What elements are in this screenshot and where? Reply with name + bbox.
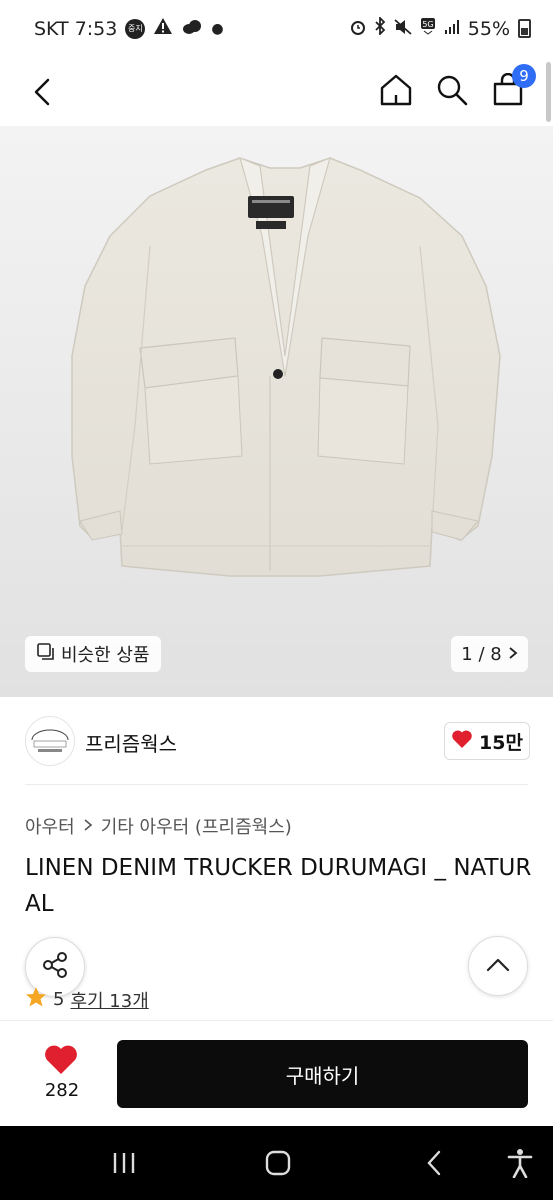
rating-value: 5	[53, 989, 65, 1010]
bluetooth-icon	[374, 15, 386, 40]
paused-badge: 중지됨	[125, 18, 146, 53]
seller-like-button[interactable]: 15만	[444, 722, 530, 760]
mute-icon	[394, 18, 412, 40]
breadcrumb-subcategory[interactable]: 기타 아우터 (프리즘웍스)	[101, 813, 292, 839]
back-icon[interactable]	[22, 72, 62, 112]
top-header: 9	[0, 58, 553, 126]
alarm-icon	[350, 18, 366, 40]
divider	[25, 784, 528, 785]
scroll-top-button[interactable]	[468, 936, 528, 996]
product-title: LINEN DENIM TRUCKER DURUMAGI _ NATURAL	[25, 855, 532, 917]
star-icon	[25, 986, 47, 1013]
recent-apps-icon[interactable]	[104, 1146, 144, 1180]
scrollbar[interactable]	[546, 62, 551, 122]
accessibility-icon[interactable]	[500, 1146, 540, 1180]
warning-icon	[153, 17, 173, 40]
copy-icon	[37, 642, 55, 666]
similar-products-button[interactable]: 비슷한 상품	[25, 636, 161, 672]
reviews-link[interactable]: 후기 13개	[70, 987, 148, 1013]
battery-percent: 55%	[467, 17, 510, 40]
home-nav-icon[interactable]	[258, 1146, 298, 1180]
seller-like-count: 15만	[479, 731, 523, 754]
status-bar: SKT 7:53 중지됨 ● 5G 55%	[0, 0, 553, 58]
product-image[interactable]: 비슷한 상품 1 / 8	[0, 126, 553, 697]
system-nav-bar	[0, 1126, 553, 1200]
status-left: SKT 7:53 중지됨 ●	[34, 17, 224, 53]
network-5g-icon: 5G	[420, 17, 436, 40]
chevron-right-icon	[508, 644, 518, 665]
image-counter-text: 1 / 8	[461, 643, 502, 665]
similar-products-label: 비슷한 상품	[61, 645, 150, 666]
svg-text:5G: 5G	[422, 20, 433, 29]
home-icon[interactable]	[376, 70, 416, 110]
breadcrumb: 아우터 기타 아우터 (프리즘웍스)	[25, 813, 292, 839]
dot-icon: ●	[211, 20, 224, 37]
seller-logo	[31, 729, 69, 752]
chevron-up-icon	[486, 957, 510, 976]
wish-heart-icon[interactable]	[43, 1044, 79, 1080]
seller-name[interactable]: 프리즘웍스	[85, 728, 177, 757]
status-right: 5G 55%	[350, 15, 531, 40]
image-counter[interactable]: 1 / 8	[451, 636, 528, 672]
rating-row: 5 후기 13개	[25, 986, 149, 1013]
battery-icon	[518, 19, 531, 38]
jacket-illustration	[71, 156, 501, 577]
search-icon[interactable]	[432, 70, 472, 110]
chevron-right-icon	[83, 816, 93, 837]
heart-icon	[451, 729, 473, 754]
carrier-time: SKT 7:53	[34, 17, 118, 40]
cloud-icon	[181, 18, 203, 40]
wish-count: 282	[44, 1080, 80, 1101]
buy-button[interactable]: 구매하기	[117, 1040, 528, 1108]
cart-count-badge: 9	[512, 64, 536, 88]
cart-icon[interactable]: 9	[488, 64, 536, 110]
seller-avatar[interactable]	[25, 716, 75, 766]
breadcrumb-category[interactable]: 아우터	[25, 813, 75, 839]
back-nav-icon[interactable]	[414, 1146, 454, 1180]
share-icon	[40, 950, 70, 984]
signal-icon	[444, 18, 460, 40]
